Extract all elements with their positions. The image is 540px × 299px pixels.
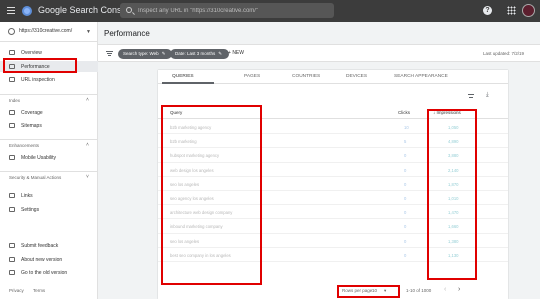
column-header-clicks[interactable]: Clicks xyxy=(398,110,410,115)
highlight-box-impressions-column xyxy=(427,109,477,280)
tab-search-appearance[interactable]: SEARCH APPEARANCE xyxy=(394,74,448,79)
search-icon xyxy=(126,7,132,13)
highlight-box-performance xyxy=(3,58,77,73)
section-enhancements[interactable]: Enhancements ˄ xyxy=(0,139,98,149)
settings-icon xyxy=(9,207,15,212)
sidebar-item-label: Overview xyxy=(21,50,42,56)
sidebar-item-settings[interactable]: Settings xyxy=(0,204,98,215)
sidebar-item-url-inspection[interactable]: URL inspection xyxy=(0,74,98,85)
globe-icon xyxy=(8,28,15,35)
sidebar-item-label: Go to the old version xyxy=(21,270,68,276)
tab-countries[interactable]: COUNTRIES xyxy=(292,74,320,79)
clicks-cell: 0 xyxy=(404,210,407,216)
new-filter-button[interactable]: + NEW xyxy=(228,50,244,56)
clicks-cell: 0 xyxy=(404,195,407,201)
chevron-down-icon: ˅ xyxy=(86,174,89,180)
sidebar-item-coverage[interactable]: Coverage xyxy=(0,107,98,118)
clicks-cell: 5 xyxy=(404,139,407,145)
top-app-bar: Google Search Console ? xyxy=(0,0,540,22)
tab-queries[interactable]: QUERIES xyxy=(172,74,194,79)
clicks-cell: 0 xyxy=(404,167,407,173)
highlight-box-query-column xyxy=(161,105,262,285)
links-icon xyxy=(9,193,15,198)
coverage-icon xyxy=(9,110,15,115)
pagination: Rows per page: 10 ▾ 1-10 of 1000 ‹ › xyxy=(158,284,508,298)
sidebar-item-overview[interactable]: Overview xyxy=(0,47,98,58)
search-console-logo xyxy=(22,6,32,16)
dimension-tabs: QUERIES PAGES COUNTRIES DEVICES SEARCH A… xyxy=(158,70,508,84)
sidebar-item-label: URL inspection xyxy=(21,77,55,83)
sidebar-item-label: Coverage xyxy=(21,110,43,116)
clicks-cell: 0 xyxy=(404,181,407,187)
tab-devices[interactable]: DEVICES xyxy=(346,74,367,79)
sidebar-item-about-new-version[interactable]: About new version xyxy=(0,254,98,265)
date-range-chip[interactable]: Date: Last 3 months xyxy=(170,49,230,59)
sitemap-icon xyxy=(9,123,15,128)
section-title: Index xyxy=(9,98,21,103)
feedback-icon xyxy=(9,243,15,248)
clicks-cell: 0 xyxy=(404,224,407,230)
account-avatar[interactable] xyxy=(522,4,535,17)
section-security[interactable]: Security & Manual Actions ˅ xyxy=(0,171,98,181)
page-title: Performance xyxy=(104,29,150,38)
filter-icon[interactable] xyxy=(106,51,113,56)
filter-bar: Search type: Web Date: Last 3 months + N… xyxy=(98,44,540,62)
help-icon[interactable]: ? xyxy=(483,6,492,15)
footer-links: Privacy Terms xyxy=(9,288,53,293)
sidebar-item-label: Mobile Usability xyxy=(21,155,57,161)
info-icon xyxy=(9,257,15,262)
clicks-cell: 0 xyxy=(404,238,407,244)
last-updated-text: Last updated: 7/2/19 xyxy=(483,51,525,56)
home-icon xyxy=(9,50,15,55)
new-filter-label: NEW xyxy=(232,50,244,56)
property-selector[interactable]: https://310creative.com/ ▼ xyxy=(0,22,98,42)
tab-pages[interactable]: PAGES xyxy=(244,74,260,79)
highlight-box-rows-per-page xyxy=(337,285,400,298)
chevron-down-icon: ▼ xyxy=(86,29,91,35)
section-title: Security & Manual Actions xyxy=(9,175,62,180)
active-tab-indicator xyxy=(162,82,214,84)
sidebar-item-label: Links xyxy=(21,193,33,199)
url-inspection-input[interactable] xyxy=(138,5,328,16)
terms-link[interactable]: Terms xyxy=(33,288,45,293)
clicks-cell: 0 xyxy=(404,153,407,159)
mobile-icon xyxy=(9,155,15,160)
search-type-chip[interactable]: Search type: Web xyxy=(118,49,173,59)
clicks-cell: 0 xyxy=(404,252,407,258)
sidebar-item-old-version[interactable]: Go to the old version xyxy=(0,267,98,278)
section-index[interactable]: Index ˄ xyxy=(0,94,98,104)
hamburger-menu-icon[interactable] xyxy=(7,7,15,14)
section-title: Enhancements xyxy=(9,143,40,148)
sidebar-item-links[interactable]: Links xyxy=(0,190,98,201)
property-url: https://310creative.com/ xyxy=(19,28,73,34)
search-icon xyxy=(9,77,15,82)
sidebar-item-label: Sitemaps xyxy=(21,123,42,129)
sidebar-item-sitemaps[interactable]: Sitemaps xyxy=(0,120,98,131)
sidebar-item-submit-feedback[interactable]: Submit feedback xyxy=(0,240,98,251)
exit-icon xyxy=(9,270,15,275)
chevron-up-icon: ˄ xyxy=(86,142,89,148)
page-range-text: 1-10 of 1000 xyxy=(406,288,432,293)
download-icon[interactable]: ⤓ xyxy=(486,92,489,99)
sidebar-item-label: About new version xyxy=(21,257,63,263)
url-inspection-search[interactable] xyxy=(120,3,334,18)
clicks-cell: 10 xyxy=(404,125,409,130)
sidebar-item-label: Submit feedback xyxy=(21,243,59,249)
chevron-up-icon: ˄ xyxy=(86,97,89,103)
filter-rows-icon[interactable] xyxy=(468,94,474,98)
sidebar-item-label: Settings xyxy=(21,207,40,213)
previous-page-icon[interactable]: ‹ xyxy=(444,286,446,293)
sidebar-item-mobile-usability[interactable]: Mobile Usability xyxy=(0,152,98,163)
apps-grid-icon[interactable] xyxy=(507,6,516,15)
next-page-icon[interactable]: › xyxy=(458,286,460,293)
privacy-link[interactable]: Privacy xyxy=(9,288,24,293)
